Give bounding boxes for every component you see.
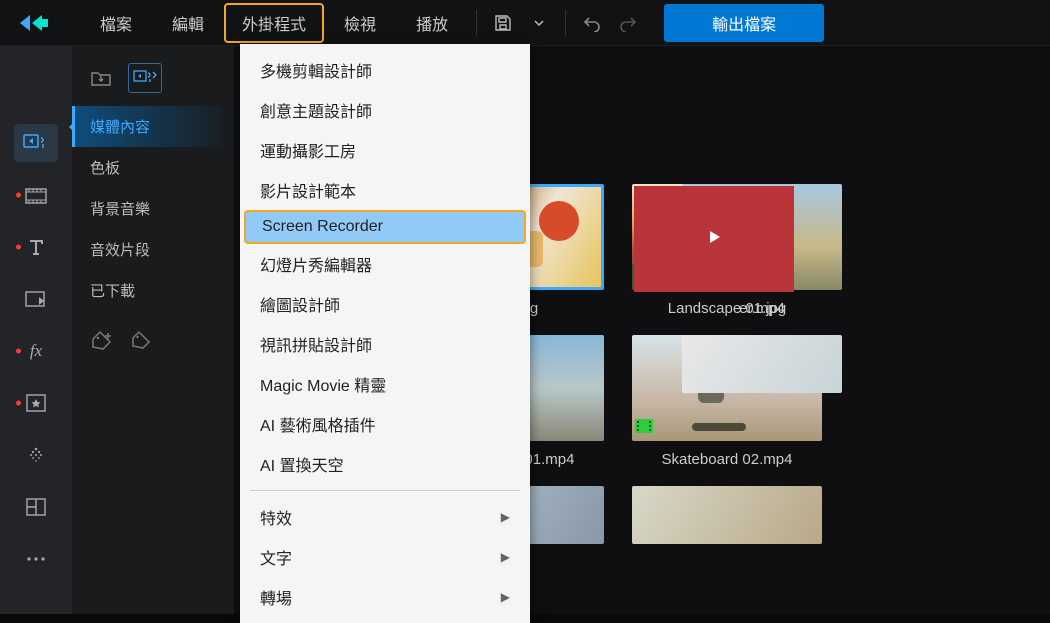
save-dropdown-icon[interactable] bbox=[521, 5, 557, 41]
dd-submenu-text[interactable]: 文字▶ bbox=[240, 537, 530, 577]
media-label: er.mp4 bbox=[682, 300, 842, 317]
menu-divider-2 bbox=[565, 10, 566, 36]
play-icon bbox=[706, 229, 722, 250]
dropdown-separator bbox=[250, 490, 520, 491]
tool-more[interactable] bbox=[14, 540, 58, 578]
tag-add-icon[interactable] bbox=[90, 329, 116, 360]
menu-divider bbox=[476, 10, 477, 36]
menubar: 檔案 編輯 外掛程式 檢視 播放 輸出檔案 bbox=[0, 0, 1050, 46]
chevron-right-icon: ▶ bbox=[501, 550, 510, 564]
dd-submenu-transition[interactable]: 轉場▶ bbox=[240, 577, 530, 617]
app-logo bbox=[16, 8, 60, 38]
lib-tab-bgm[interactable]: 背景音樂 bbox=[72, 188, 234, 229]
dd-item-ai-sky[interactable]: AI 置換天空 bbox=[240, 444, 530, 484]
plugins-dropdown: 多機剪輯設計師 創意主題設計師 運動攝影工房 影片設計範本 Screen Rec… bbox=[240, 44, 530, 623]
tag-icon[interactable] bbox=[130, 329, 154, 360]
menu-file[interactable]: 檔案 bbox=[80, 1, 152, 45]
chevron-right-icon: ▶ bbox=[501, 510, 510, 524]
dd-item-screen-recorder[interactable]: Screen Recorder bbox=[244, 210, 526, 244]
dd-item-slideshow[interactable]: 幻燈片秀編輯器 bbox=[240, 244, 530, 284]
partial-thumb-red[interactable] bbox=[634, 186, 794, 292]
chevron-right-icon: ▶ bbox=[501, 590, 510, 604]
dd-item-magic-movie[interactable]: Magic Movie 精靈 bbox=[240, 364, 530, 404]
tool-overlay[interactable] bbox=[14, 280, 58, 318]
menu-plugins[interactable]: 外掛程式 bbox=[224, 3, 324, 43]
lib-tab-downloaded[interactable]: 已下載 bbox=[72, 270, 234, 311]
tool-media[interactable] bbox=[14, 124, 58, 162]
menu-view[interactable]: 檢視 bbox=[324, 1, 396, 45]
dd-item-paint[interactable]: 繪圖設計師 bbox=[240, 284, 530, 324]
dd-item-action-cam[interactable]: 運動攝影工房 bbox=[240, 130, 530, 170]
export-button[interactable]: 輸出檔案 bbox=[664, 4, 824, 42]
media-filter-icon[interactable] bbox=[128, 63, 162, 93]
tool-template[interactable] bbox=[14, 488, 58, 526]
tool-transition[interactable] bbox=[14, 176, 58, 214]
tool-particle[interactable] bbox=[14, 384, 58, 422]
redo-icon[interactable] bbox=[610, 5, 646, 41]
dd-item-theme[interactable]: 創意主題設計師 bbox=[240, 90, 530, 130]
tool-text[interactable] bbox=[14, 228, 58, 266]
lib-tab-colorboard[interactable]: 色板 bbox=[72, 147, 234, 188]
sidebar-tools: fx bbox=[0, 46, 72, 614]
video-badge-icon bbox=[635, 419, 653, 438]
menu-edit[interactable]: 編輯 bbox=[152, 1, 224, 45]
tool-spray[interactable] bbox=[14, 436, 58, 474]
menu-play[interactable]: 播放 bbox=[396, 1, 468, 45]
lib-tab-media[interactable]: 媒體內容 bbox=[72, 106, 234, 147]
save-icon[interactable] bbox=[485, 5, 521, 41]
tool-fx[interactable]: fx bbox=[14, 332, 58, 370]
sidebar-library: 媒體內容 色板 背景音樂 音效片段 已下載 bbox=[72, 46, 234, 614]
dd-submenu-fx[interactable]: 特效▶ bbox=[240, 497, 530, 537]
dd-item-multicam[interactable]: 多機剪輯設計師 bbox=[240, 50, 530, 90]
lib-tab-sfx[interactable]: 音效片段 bbox=[72, 229, 234, 270]
undo-icon[interactable] bbox=[574, 5, 610, 41]
dd-item-collage[interactable]: 視訊拼貼設計師 bbox=[240, 324, 530, 364]
dd-item-ai-style[interactable]: AI 藝術風格插件 bbox=[240, 404, 530, 444]
dd-item-video-template[interactable]: 影片設計範本 bbox=[240, 170, 530, 210]
media-item-cut bbox=[632, 486, 822, 544]
import-folder-icon[interactable] bbox=[84, 63, 118, 93]
